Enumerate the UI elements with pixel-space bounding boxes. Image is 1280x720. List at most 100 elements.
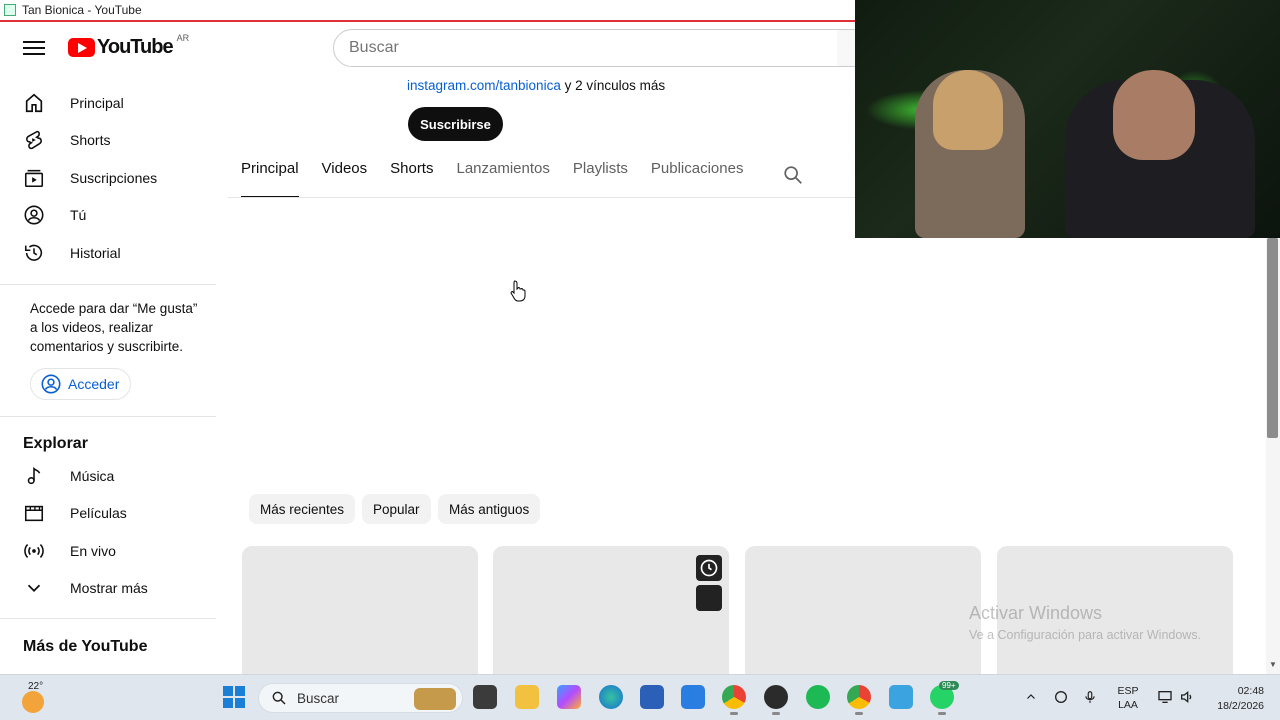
- taskbar-search[interactable]: Buscar: [258, 683, 463, 713]
- outlook-icon[interactable]: [681, 685, 705, 709]
- subscriptions-icon: [22, 166, 46, 190]
- sidebar-item-label: Historial: [70, 245, 121, 261]
- sidebar-item-shorts[interactable]: Shorts: [12, 121, 208, 159]
- spotify-icon[interactable]: [806, 685, 830, 709]
- tab-videos[interactable]: Videos: [322, 160, 368, 198]
- channel-links: instagram.com/tanbionica y 2 vínculos má…: [407, 78, 665, 93]
- user-icon: [22, 203, 46, 227]
- sidebar-divider: [0, 416, 216, 417]
- sidebar-item-music[interactable]: Música: [12, 457, 208, 495]
- microsoft-store-icon[interactable]: [640, 685, 664, 709]
- sidebar-item-label: Principal: [70, 95, 124, 111]
- video-thumbnail-placeholder[interactable]: [745, 546, 981, 674]
- sidebar-item-label: Películas: [70, 505, 127, 521]
- sidebar-item-label: Suscripciones: [70, 170, 158, 186]
- tab-releases[interactable]: Lanzamientos: [456, 160, 549, 198]
- search-highlight-art: [414, 688, 456, 710]
- network-cloud-icon[interactable]: [1053, 689, 1069, 708]
- chrome-profile-icon[interactable]: [847, 685, 871, 715]
- app-icon[interactable]: [889, 685, 913, 709]
- chrome-icon[interactable]: [722, 685, 746, 715]
- movie-icon: [22, 501, 46, 525]
- sidebar-divider: [0, 618, 216, 619]
- sidebar-item-show-more[interactable]: Mostrar más: [12, 569, 208, 607]
- tab-shorts[interactable]: Shorts: [390, 160, 433, 198]
- tabs-divider: [228, 197, 855, 198]
- scrollbar-thumb[interactable]: [1267, 238, 1278, 438]
- history-icon: [22, 241, 46, 265]
- weather-icon: [22, 691, 44, 713]
- youtube-logo[interactable]: YouTube AR: [68, 33, 189, 59]
- chip-most-recent[interactable]: Más recientes: [249, 494, 356, 524]
- shorts-icon: [22, 128, 46, 152]
- chevron-up-icon[interactable]: [1025, 691, 1037, 706]
- search-button[interactable]: [837, 29, 857, 67]
- signin-button-label: Acceder: [68, 376, 120, 392]
- display-icon[interactable]: [1156, 689, 1174, 710]
- webcam-overlay: [855, 0, 1280, 238]
- channel-tabs: Principal Videos Shorts Lanzamientos Pla…: [241, 160, 766, 198]
- hand-cursor-icon: [510, 280, 526, 307]
- explore-heading: Explorar: [23, 435, 88, 452]
- volume-icon[interactable]: [1178, 689, 1196, 710]
- activate-title: Activar Windows: [969, 603, 1103, 623]
- live-icon: [22, 539, 46, 563]
- sidebar-item-label: Música: [70, 468, 115, 484]
- sidebar-item-label: Tú: [70, 207, 87, 223]
- person-right-head: [1113, 70, 1195, 160]
- youtube-play-icon: [68, 38, 95, 57]
- activate-subtitle: Ve a Configuración para activar Windows.: [969, 628, 1202, 642]
- music-icon: [22, 464, 46, 488]
- logo-text: YouTube: [97, 36, 174, 58]
- tab-posts[interactable]: Publicaciones: [651, 160, 744, 198]
- channel-search-icon[interactable]: [782, 164, 804, 186]
- start-button[interactable]: [223, 686, 245, 708]
- chip-oldest[interactable]: Más antiguos: [438, 494, 541, 524]
- more-links[interactable]: y 2 vínculos más: [565, 78, 666, 93]
- tab-home[interactable]: Principal: [241, 160, 299, 198]
- signin-prompt: Accede para dar “Me gusta” a los videos,…: [30, 301, 198, 354]
- microphone-icon[interactable]: [1083, 689, 1097, 708]
- file-explorer-icon[interactable]: [515, 685, 539, 709]
- system-tray: [1025, 683, 1097, 713]
- sidebar-item-history[interactable]: Historial: [12, 234, 208, 272]
- obs-icon[interactable]: [764, 685, 788, 715]
- channel-link[interactable]: instagram.com/tanbionica: [407, 78, 561, 93]
- weather-widget[interactable]: 22°: [22, 681, 50, 713]
- input-language[interactable]: ESP LAA: [1116, 684, 1140, 712]
- video-thumbnail-placeholder[interactable]: [493, 546, 729, 674]
- chevron-down-icon: [22, 576, 46, 600]
- sidebar-divider: [0, 284, 216, 285]
- sidebar-item-live[interactable]: En vivo: [12, 532, 208, 570]
- whatsapp-icon[interactable]: 99+: [930, 681, 959, 715]
- copilot-icon[interactable]: [557, 685, 581, 709]
- add-to-queue-icon[interactable]: [696, 585, 722, 611]
- sidebar-item-subscriptions[interactable]: Suscripciones: [12, 159, 208, 197]
- task-view-icon[interactable]: [473, 685, 497, 709]
- edge-browser-icon[interactable]: [599, 685, 623, 709]
- chip-popular[interactable]: Popular: [362, 494, 431, 524]
- scroll-down-arrow-icon[interactable]: ▼: [1266, 660, 1280, 672]
- clock-date: 18/2/2026: [1217, 700, 1264, 712]
- menu-icon[interactable]: [23, 38, 45, 58]
- video-thumbnail-placeholder[interactable]: [242, 546, 478, 674]
- taskbar-search-label: Buscar: [297, 690, 340, 706]
- sidebar-item-movies[interactable]: Películas: [12, 494, 208, 532]
- account-icon: [41, 374, 61, 394]
- notification-badge: 99+: [939, 681, 959, 690]
- search-input[interactable]: [333, 29, 838, 67]
- lang-line2: LAA: [1118, 699, 1138, 711]
- sidebar-item-label: Mostrar más: [70, 580, 148, 596]
- watch-later-icon[interactable]: [696, 555, 722, 581]
- taskbar-clock[interactable]: 02:48 18/2/2026: [1208, 684, 1264, 714]
- subscribe-button[interactable]: Suscribirse: [408, 107, 503, 141]
- window-title-bar: Tan Bionica - YouTube: [0, 0, 855, 22]
- more-from-youtube-heading: Más de YouTube: [23, 638, 148, 655]
- tab-playlists[interactable]: Playlists: [573, 160, 628, 198]
- person-left-head: [933, 70, 1003, 150]
- app-icon: [4, 4, 16, 16]
- sidebar-item-you[interactable]: Tú: [12, 196, 208, 234]
- sidebar-item-home[interactable]: Principal: [12, 84, 208, 122]
- sidebar-item-label: En vivo: [70, 543, 116, 559]
- signin-button[interactable]: Acceder: [30, 368, 131, 400]
